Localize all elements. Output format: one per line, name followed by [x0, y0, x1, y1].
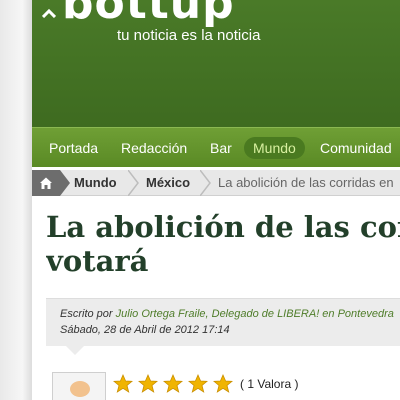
breadcrumb-separator-icon [200, 170, 211, 196]
site-tagline: tu noticia es la noticia [117, 27, 261, 44]
logo-mark-icon [42, 8, 56, 18]
nav-item-comunidad[interactable]: Comunidad [311, 137, 400, 159]
nav-item-bar[interactable]: Bar [201, 137, 241, 159]
rating-count: ( 1 Valora ) [240, 377, 299, 391]
article-date: Sábado, 28 de Abril de 2012 17:14 [60, 324, 230, 336]
site-logo[interactable]: bottup [42, 0, 235, 29]
meta-box-pointer [66, 346, 84, 355]
byline-author[interactable]: Julio Ortega Fraile, Delegado de LIBERA!… [116, 308, 394, 320]
home-icon [40, 177, 52, 189]
breadcrumb-separator-icon [128, 170, 139, 196]
star-icon[interactable] [188, 374, 208, 394]
page-left-gutter [0, 0, 32, 400]
breadcrumb-current: La abolición de las corridas en [218, 175, 394, 190]
nav-item-portada[interactable]: Portada [40, 137, 107, 159]
breadcrumb: Mundo México La abolición de las corrida… [32, 170, 400, 196]
avatar [52, 372, 106, 400]
byline-prefix: Escrito por [60, 308, 113, 320]
rating-stars[interactable] [113, 374, 238, 394]
site-header: bottup tu noticia es la noticia [32, 0, 400, 127]
article-byline: Escrito por Julio Ortega Fraile, Delegad… [60, 308, 394, 320]
logo-text: bottup [62, 0, 235, 29]
nav-item-mundo[interactable]: Mundo [244, 137, 305, 159]
breadcrumb-item-mexico[interactable]: México [146, 170, 190, 196]
star-icon[interactable] [213, 374, 233, 394]
star-icon[interactable] [138, 374, 158, 394]
breadcrumb-item-mundo[interactable]: Mundo [74, 170, 117, 196]
article-meta: Escrito por Julio Ortega Fraile, Delegad… [46, 298, 400, 346]
star-icon[interactable] [163, 374, 183, 394]
nav-item-redaccion[interactable]: Redacción [112, 137, 196, 159]
article-title-line-1: La abolición de las corr [46, 210, 400, 244]
article-title: La abolición de las corr votará [46, 210, 400, 278]
breadcrumb-separator-icon [60, 170, 70, 196]
star-icon[interactable] [113, 374, 133, 394]
user-silhouette-icon [70, 381, 90, 397]
article-title-line-2: votará [46, 244, 149, 278]
breadcrumb-home[interactable] [32, 170, 60, 196]
main-nav: Portada Redacción Bar Mundo Comunidad [32, 127, 400, 167]
